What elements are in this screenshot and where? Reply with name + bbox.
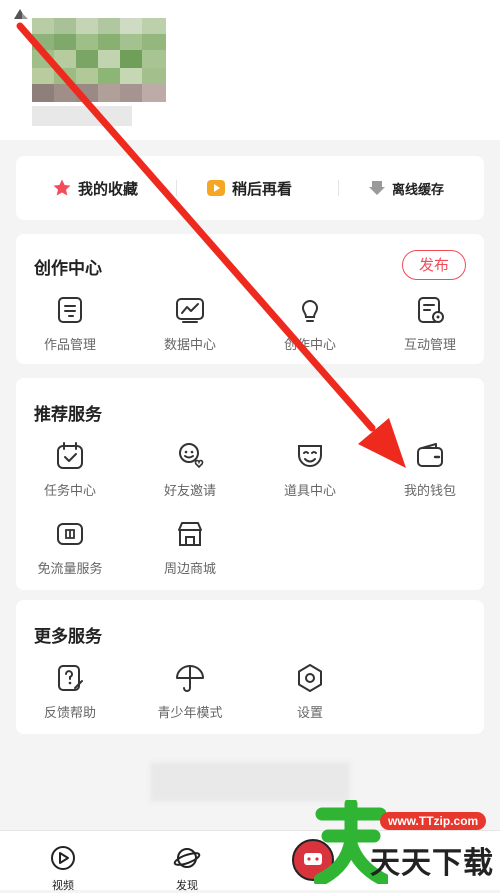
planet-tab-icon: [173, 848, 201, 868]
favorites-button[interactable]: 我的收藏: [52, 156, 138, 220]
mask-icon: [298, 445, 322, 467]
download-icon: [369, 181, 385, 195]
offline-cache-button[interactable]: 离线缓存: [368, 156, 444, 220]
watch-later-label: 稍后再看: [232, 179, 293, 198]
wallet-icon: [417, 443, 443, 467]
more-services-title: 更多服务: [34, 627, 102, 647]
offline-cache-label: 离线缓存: [392, 182, 445, 198]
task-center-item[interactable]: 任务中心: [20, 440, 120, 499]
works-management-item[interactable]: 作品管理: [20, 294, 120, 353]
divider: [338, 180, 339, 196]
recommended-services-title: 推荐服务: [34, 405, 102, 425]
interaction-management-item[interactable]: 互动管理: [380, 294, 480, 353]
creation-center-card: 创作中心 发布 作品管理 数据中心 创作中心 互动管理: [16, 234, 484, 364]
chart-icon: [176, 298, 204, 323]
tab-video[interactable]: 视频: [18, 845, 108, 893]
calendar-task-icon: [57, 442, 83, 469]
props-center-item[interactable]: 道具中心: [260, 440, 360, 499]
favorites-label: 我的收藏: [78, 179, 139, 198]
works-icon: [58, 297, 82, 323]
more-services-card: 更多服务 反馈帮助 青少年模式 设置: [16, 600, 484, 734]
settings-item[interactable]: 设置: [260, 662, 360, 721]
watch-later-button[interactable]: 稍后再看: [206, 156, 292, 220]
umbrella-icon: [176, 665, 204, 692]
quick-actions-card: 我的收藏 稍后再看 离线缓存: [16, 156, 484, 220]
publish-button[interactable]: 发布: [402, 250, 466, 280]
divider: [176, 180, 177, 196]
blurred-avatar[interactable]: [32, 18, 166, 102]
watermark-text: 天天下载: [370, 846, 494, 881]
star-icon: [53, 179, 71, 196]
corner-logo-icon: [12, 6, 30, 20]
site-watermark: www.TTzip.com 天天下载: [300, 797, 493, 888]
watermark-site-badge: www.TTzip.com: [380, 812, 487, 830]
merch-store-item[interactable]: 周边商城: [140, 518, 240, 577]
settings-icon: [298, 664, 322, 692]
invite-friends-item[interactable]: 好友邀请: [140, 440, 240, 499]
teen-mode-item[interactable]: 青少年模式: [140, 662, 240, 721]
blurred-footer-text: [150, 762, 350, 802]
blurred-username: [32, 106, 132, 126]
lightbulb-icon: [301, 300, 319, 322]
tab-discover[interactable]: 发现: [142, 845, 232, 893]
creation-center-title: 创作中心: [34, 259, 102, 279]
free-data-service-item[interactable]: 免流量服务: [20, 518, 120, 577]
data-center-item[interactable]: 数据中心: [140, 294, 240, 353]
interaction-icon: [418, 297, 444, 323]
feedback-help-item[interactable]: 反馈帮助: [20, 662, 120, 721]
shop-icon: [178, 522, 202, 546]
recommended-services-card: 推荐服务 任务中心 好友邀请 道具中心 我的钱包 免流量服务 周边商城: [16, 378, 484, 590]
play-later-icon: [207, 180, 225, 196]
invite-friend-icon: [179, 443, 204, 469]
sim-card-icon: [57, 523, 83, 545]
profile-header: [0, 0, 500, 140]
feedback-icon: [58, 665, 83, 691]
my-wallet-item[interactable]: 我的钱包: [380, 440, 480, 499]
creator-center-item[interactable]: 创作中心: [260, 294, 360, 353]
video-tab-icon: [51, 846, 75, 870]
